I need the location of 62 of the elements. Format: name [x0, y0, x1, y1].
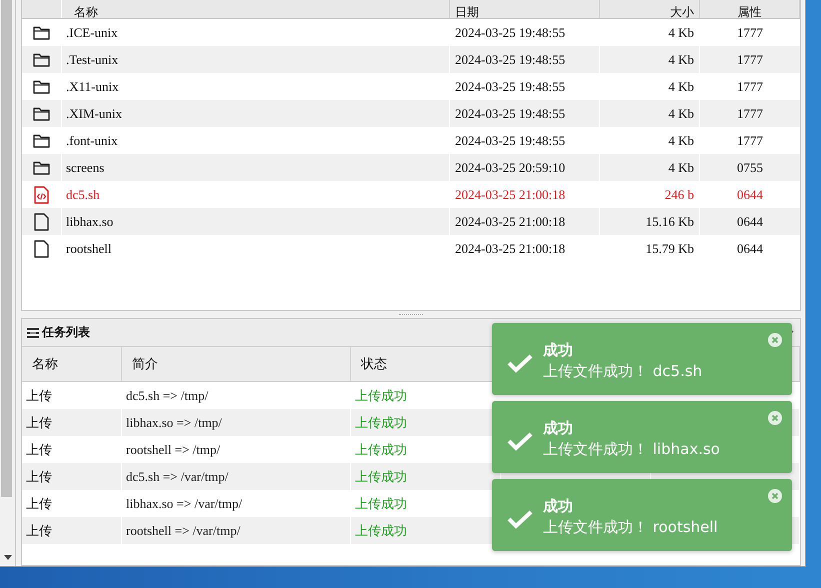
code-file-icon — [34, 186, 49, 204]
file-size: 15.16 Kb — [600, 208, 700, 235]
task-type: 上传 — [22, 409, 122, 436]
task-description: dc5.sh => /var/tmp/ — [122, 463, 351, 490]
column-header[interactable]: 名称 — [62, 0, 450, 18]
file-size: 4 Kb — [600, 46, 700, 73]
panel-title: 任务列表 — [42, 324, 90, 341]
close-icon[interactable] — [768, 333, 782, 347]
file-name[interactable]: libhax.so — [62, 208, 450, 235]
toast-message: 上传文件成功！ rootshell — [543, 518, 718, 537]
file-name[interactable]: .Test-unix — [62, 46, 450, 73]
scroll-down-icon[interactable] — [4, 555, 12, 560]
toast-title: 成功 — [543, 341, 574, 360]
folder-icon — [33, 80, 50, 94]
column-header[interactable]: 名称 — [22, 347, 122, 381]
folder-icon — [33, 106, 50, 120]
check-icon — [507, 509, 533, 529]
file-permissions: 1777 — [736, 50, 764, 68]
folder-icon — [33, 26, 50, 40]
splitter-handle[interactable] — [399, 314, 423, 316]
file-size: 15.79 Kb — [600, 235, 700, 262]
file-permissions: 0644 — [736, 240, 764, 258]
toast-title: 成功 — [543, 419, 574, 438]
column-header[interactable]: 简介 — [122, 347, 351, 381]
task-description: rootshell => /var/tmp/ — [122, 517, 351, 544]
task-type: 上传 — [22, 517, 122, 544]
file-permissions: 1777 — [736, 132, 764, 150]
file-name[interactable]: rootshell — [62, 235, 450, 262]
file-permissions: 0755 — [736, 158, 764, 176]
file-name[interactable]: .XIM-unix — [62, 100, 450, 127]
list-icon — [27, 328, 39, 338]
folder-icon — [33, 160, 50, 174]
folder-icon — [33, 134, 50, 148]
toast-message: 上传文件成功！ dc5.sh — [543, 362, 702, 381]
check-icon — [507, 431, 533, 451]
file-permissions: 1777 — [736, 104, 764, 122]
file-date: 2024-03-25 21:00:18 — [450, 235, 600, 262]
check-icon — [507, 353, 533, 373]
file-icon — [34, 212, 49, 230]
toast-title: 成功 — [543, 497, 574, 516]
column-header[interactable]: 日期 — [450, 0, 600, 18]
scrollbar-thumb[interactable] — [0, 0, 12, 497]
task-type: 上传 — [22, 463, 122, 490]
file-date: 2024-03-25 20:59:10 — [450, 154, 600, 181]
toast-message: 上传文件成功！ libhax.so — [543, 440, 720, 459]
column-header[interactable]: 大小 — [600, 0, 700, 18]
file-date: 2024-03-25 19:48:55 — [450, 46, 600, 73]
file-permissions: 0644 — [736, 212, 764, 230]
folder-icon — [33, 52, 50, 66]
file-size: 4 Kb — [600, 154, 700, 181]
task-description: libhax.so => /tmp/ — [122, 409, 351, 436]
file-date: 2024-03-25 19:48:55 — [450, 100, 600, 127]
file-name[interactable]: screens — [62, 154, 450, 181]
column-header[interactable]: 属性 — [700, 0, 800, 18]
file-icon — [34, 240, 49, 258]
file-size: 4 Kb — [600, 100, 700, 127]
file-permissions: 1777 — [736, 24, 764, 42]
file-permissions: 1777 — [736, 78, 764, 96]
close-icon[interactable] — [768, 489, 782, 503]
file-permissions: 0644 — [736, 186, 764, 204]
close-icon[interactable] — [768, 411, 782, 425]
file-date: 2024-03-25 21:00:18 — [450, 208, 600, 235]
